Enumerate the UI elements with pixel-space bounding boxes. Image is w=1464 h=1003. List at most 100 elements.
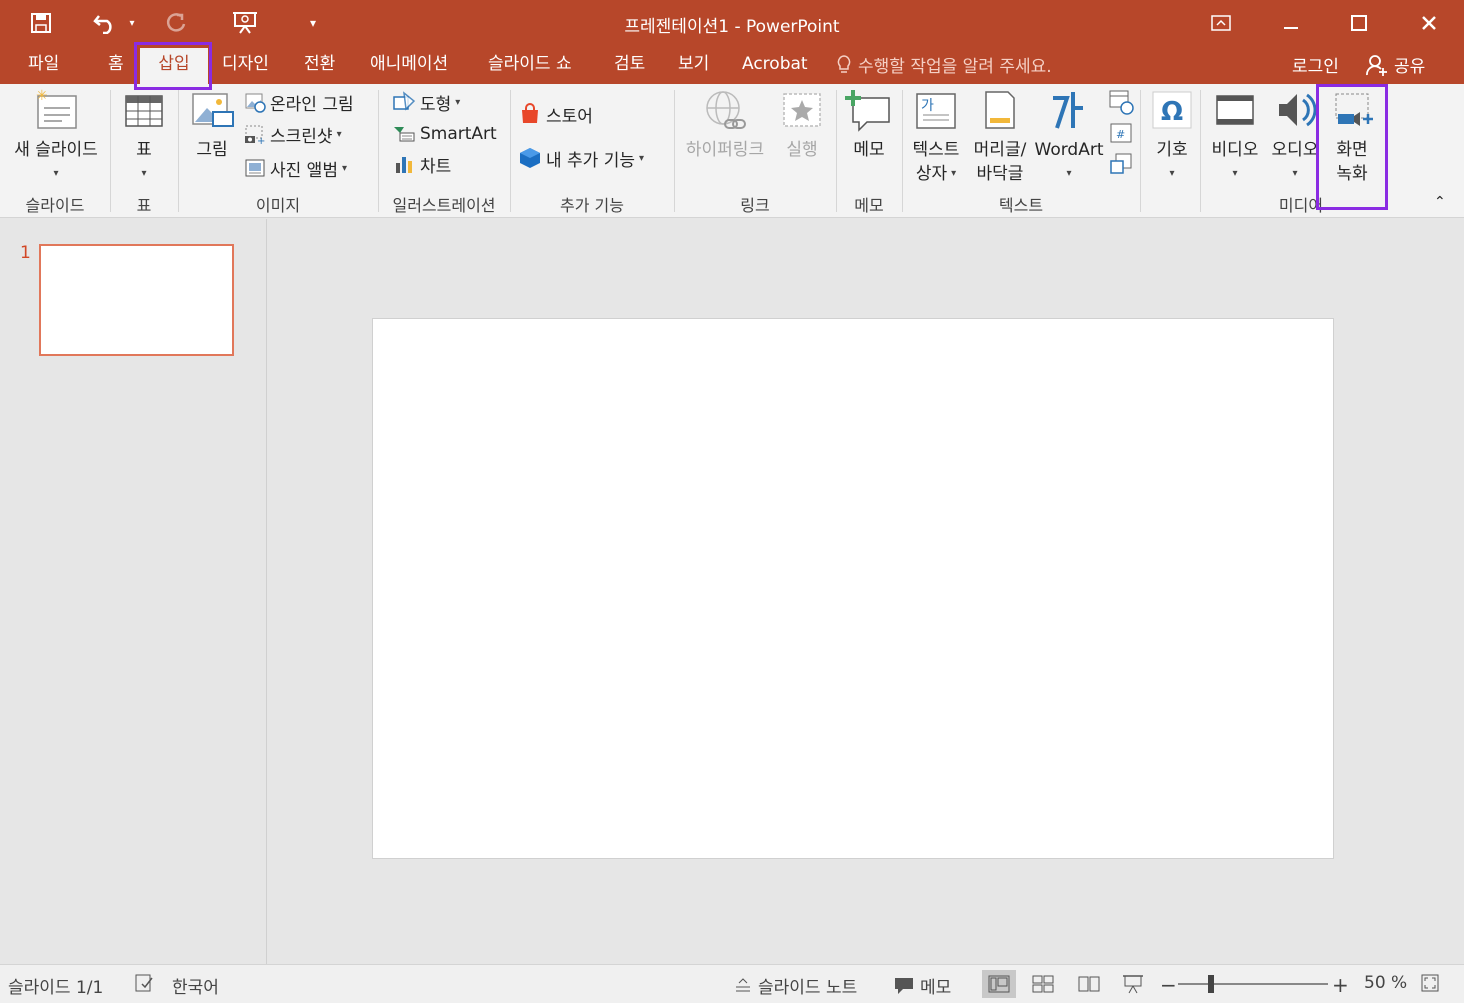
chart-button[interactable]: 차트 <box>392 150 451 178</box>
undo-dropdown-icon[interactable]: ▾ <box>124 8 140 38</box>
tab-file[interactable]: 파일 <box>24 52 63 84</box>
speaker-icon <box>1279 93 1317 127</box>
tab-insert[interactable]: 삽입 <box>140 48 208 84</box>
screen-recording-icon <box>1335 93 1373 126</box>
undo-icon[interactable] <box>88 8 122 38</box>
new-slide-button[interactable]: ✳ 새 슬라이드 ▾ <box>6 88 106 186</box>
slide-sorter-button[interactable] <box>1026 970 1060 998</box>
tab-acrobat[interactable]: Acrobat <box>738 52 812 84</box>
presentation-start-icon[interactable] <box>228 8 262 38</box>
tell-me-search[interactable]: 수행할 작업을 알려 주세요. <box>836 52 1052 77</box>
share-button[interactable]: 공유 <box>1366 52 1425 77</box>
share-person-icon <box>1366 54 1387 76</box>
minimize-icon[interactable] <box>1276 8 1306 38</box>
picture-icon <box>192 93 234 127</box>
hyperlink-button[interactable]: 하이퍼링크 <box>678 88 772 162</box>
symbol-label: 기호 <box>1156 140 1188 160</box>
tab-review[interactable]: 검토 <box>610 52 649 84</box>
my-addins-button[interactable]: 내 추가 기능 ▾ <box>518 144 644 172</box>
store-label: 스토어 <box>546 106 593 127</box>
collapse-ribbon-icon[interactable]: ⌃ <box>1434 188 1446 216</box>
notes-label: 슬라이드 노트 <box>758 978 858 998</box>
comment-button[interactable]: 메모 <box>842 88 896 162</box>
smartart-button[interactable]: SmartArt <box>392 120 497 148</box>
zoom-out-icon[interactable]: − <box>1160 973 1177 997</box>
spelling-check-icon[interactable] <box>134 973 154 993</box>
video-dropdown-icon[interactable]: ▾ <box>1204 162 1266 186</box>
tab-animations[interactable]: 애니메이션 <box>366 52 452 84</box>
slideshow-view-button[interactable] <box>1116 970 1150 998</box>
group-label-slides: 슬라이드 <box>25 196 85 215</box>
symbol-dropdown-icon[interactable]: ▾ <box>1144 162 1200 186</box>
new-slide-dropdown-icon[interactable]: ▾ <box>6 162 106 186</box>
zoom-level[interactable]: 50 % <box>1364 973 1407 993</box>
wordart-dropdown-icon[interactable]: ▾ <box>1032 162 1106 186</box>
screen-recording-label-1: 화면 <box>1336 140 1368 160</box>
screenshot-label: 스크린샷 <box>270 126 333 147</box>
textbox-button[interactable]: 가 텍스트 상자 ▾ <box>906 88 966 186</box>
login-link[interactable]: 로그인 <box>1292 52 1339 77</box>
tab-slideshow[interactable]: 슬라이드 쇼 <box>484 52 576 84</box>
reading-view-button[interactable] <box>1072 970 1106 998</box>
tab-design[interactable]: 디자인 <box>218 52 273 84</box>
screenshot-button[interactable]: + 스크린샷 ▾ <box>244 120 342 148</box>
date-time-button[interactable] <box>1108 88 1134 116</box>
ribbon-display-options-icon[interactable] <box>1206 8 1236 38</box>
header-footer-button[interactable]: 머리글/ 바닥글 <box>968 88 1032 186</box>
textbox-icon: 가 <box>916 93 956 129</box>
fit-to-window-icon[interactable] <box>1420 973 1440 993</box>
svg-text:+: + <box>257 136 265 145</box>
textbox-dropdown-icon[interactable]: ▾ <box>951 162 956 186</box>
svg-text:가: 가 <box>921 98 934 114</box>
zoom-slider[interactable] <box>1178 983 1328 985</box>
audio-button[interactable]: 오디오 ▾ <box>1264 88 1326 186</box>
group-label-tables: 표 <box>136 196 152 215</box>
my-addins-label: 내 추가 기능 <box>546 150 636 171</box>
picture-button[interactable]: 그림 <box>186 88 238 162</box>
symbol-button[interactable]: Ω 기호 ▾ <box>1144 88 1200 186</box>
audio-dropdown-icon[interactable]: ▾ <box>1264 162 1326 186</box>
photo-album-dropdown-icon[interactable]: ▾ <box>342 163 347 174</box>
slideshow-view-icon <box>1123 975 1143 994</box>
date-time-icon <box>1109 90 1134 115</box>
wordart-icon <box>1053 92 1083 129</box>
slide-number-button[interactable]: # <box>1108 120 1134 148</box>
object-button[interactable] <box>1108 150 1134 178</box>
screenshot-dropdown-icon[interactable]: ▾ <box>337 129 342 140</box>
hyperlink-label: 하이퍼링크 <box>685 140 765 160</box>
shapes-dropdown-icon[interactable]: ▾ <box>455 97 460 108</box>
close-icon[interactable] <box>1414 8 1444 38</box>
online-pictures-button[interactable]: 온라인 그림 <box>244 88 354 116</box>
new-slide-label: 새 슬라이드 <box>14 140 98 160</box>
zoom-in-icon[interactable]: + <box>1332 973 1349 997</box>
redo-icon[interactable] <box>160 8 192 38</box>
zoom-slider-thumb[interactable] <box>1208 975 1214 993</box>
slide-thumbnail[interactable] <box>39 244 234 356</box>
table-dropdown-icon[interactable]: ▾ <box>118 162 170 186</box>
video-film-icon <box>1216 95 1254 125</box>
table-button[interactable]: 표 ▾ <box>118 88 170 186</box>
tab-transitions[interactable]: 전환 <box>300 52 339 84</box>
svg-text:Ω: Ω <box>1161 97 1183 127</box>
action-button[interactable]: 실행 <box>776 88 828 162</box>
comments-button[interactable]: 메모 <box>894 973 951 998</box>
wordart-button[interactable]: WordArt ▾ <box>1032 88 1106 186</box>
customize-qat-icon[interactable]: ▾ <box>304 8 322 38</box>
screen-recording-button[interactable]: 화면 녹화 <box>1322 88 1382 186</box>
normal-view-button[interactable] <box>982 970 1016 998</box>
tab-view[interactable]: 보기 <box>674 52 713 84</box>
store-button[interactable]: 스토어 <box>518 100 593 128</box>
notes-button[interactable]: 슬라이드 노트 <box>734 973 857 998</box>
my-addins-icon <box>520 148 540 168</box>
save-icon[interactable] <box>26 8 56 38</box>
group-label-illustrations: 일러스트레이션 <box>392 196 496 215</box>
language-indicator[interactable]: 한국어 <box>172 973 219 998</box>
photo-album-button[interactable]: 사진 앨범 ▾ <box>244 154 347 182</box>
slide-canvas[interactable] <box>372 318 1334 859</box>
textbox-label-row: 상자 ▾ <box>906 162 966 186</box>
maximize-icon[interactable] <box>1344 8 1374 38</box>
tab-home[interactable]: 홈 <box>104 52 128 84</box>
my-addins-dropdown-icon[interactable]: ▾ <box>639 153 644 164</box>
shapes-button[interactable]: 도형 ▾ <box>392 88 460 116</box>
video-button[interactable]: 비디오 ▾ <box>1204 88 1266 186</box>
